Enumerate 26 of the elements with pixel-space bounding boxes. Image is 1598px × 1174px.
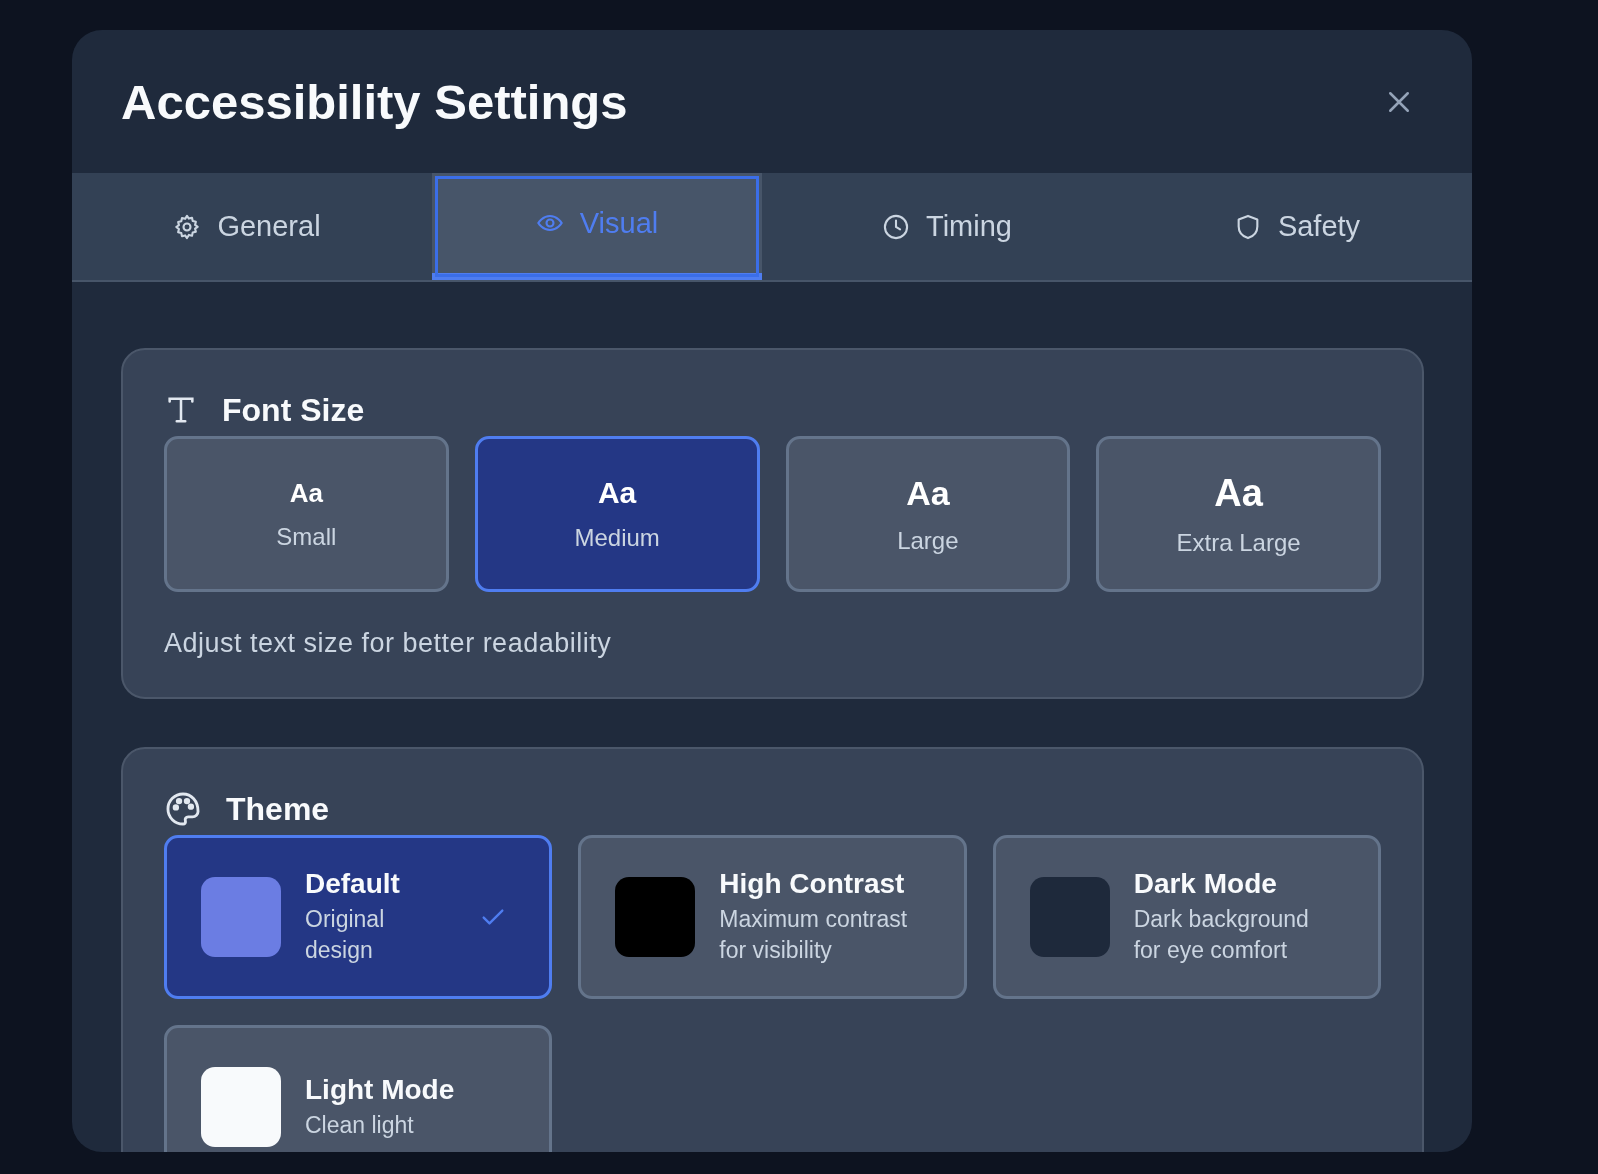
tab[interactable]: General xyxy=(72,173,422,280)
help-text: Adjust text size for better readability xyxy=(164,628,613,659)
section-title: Theme xyxy=(226,790,330,828)
theme-option[interactable]: Default Original design xyxy=(164,835,553,999)
theme-option[interactable]: Light Mode Clean light xyxy=(164,1025,553,1152)
dialog-title: Accessibility Settings xyxy=(121,73,628,130)
theme-option[interactable]: High Contrast Maximum contrast for visibility xyxy=(578,835,967,999)
theme-description: Dark background for eye comfort xyxy=(1133,905,1310,965)
clock-icon xyxy=(882,212,910,241)
theme-option[interactable]: Dark Mode Dark background for eye comfort xyxy=(992,835,1381,999)
theme-name: Light Mode xyxy=(305,1073,456,1106)
font-size-option[interactable]: Aa Large xyxy=(785,436,1071,592)
tab[interactable]: Timing xyxy=(772,173,1122,280)
section-title: Font Size xyxy=(222,391,365,429)
tab[interactable]: Safety xyxy=(1122,173,1472,280)
theme-name: Default xyxy=(305,868,401,900)
palette-icon xyxy=(164,790,202,828)
theme-name: High Contrast xyxy=(719,868,906,900)
theme-description: Clean light xyxy=(305,1110,415,1140)
theme-description: Original design xyxy=(305,905,386,965)
theme-description: Maximum contrast for visibility xyxy=(719,905,909,965)
font-size-option[interactable]: Aa Medium xyxy=(474,436,760,592)
font-size-option[interactable]: Aa Small xyxy=(164,436,449,592)
font-size-option[interactable]: Aa Extra Large xyxy=(1096,436,1381,592)
theme-name: Dark Mode xyxy=(1133,868,1278,900)
gear-icon xyxy=(173,212,202,241)
